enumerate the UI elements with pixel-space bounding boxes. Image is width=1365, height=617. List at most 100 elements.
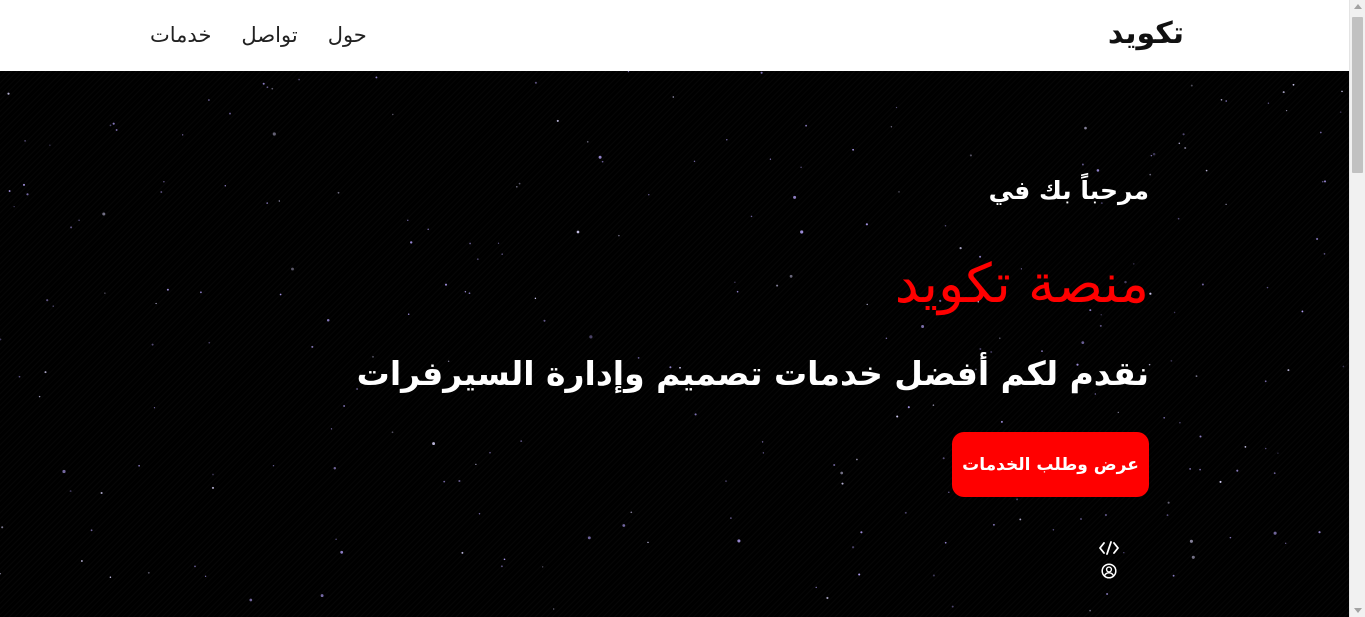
star [805, 124, 808, 127]
star [1123, 551, 1125, 554]
view-services-button[interactable]: عرض وطلب الخدمات [952, 432, 1149, 497]
star [726, 139, 728, 141]
star [1182, 133, 1185, 136]
star [647, 541, 649, 544]
star [932, 574, 935, 577]
star [392, 113, 394, 116]
star [932, 404, 935, 406]
star [432, 442, 436, 446]
star [478, 512, 481, 515]
star [153, 407, 156, 409]
star [500, 565, 503, 568]
star [1316, 237, 1319, 241]
star [1339, 111, 1342, 113]
star [1163, 416, 1166, 419]
star [1319, 131, 1322, 134]
star [789, 274, 793, 278]
star [46, 299, 49, 302]
star [330, 428, 333, 430]
scroll-up-arrow-icon[interactable] [1354, 4, 1362, 9]
star [102, 212, 106, 216]
star [1167, 501, 1170, 504]
star [109, 576, 112, 578]
star [587, 141, 589, 143]
welcome-text: مرحباً بك في [988, 176, 1149, 205]
star [1, 526, 4, 529]
star [1292, 83, 1295, 86]
star [865, 223, 869, 226]
star [1323, 253, 1326, 255]
star [1099, 324, 1102, 327]
star [1229, 536, 1232, 539]
star [1150, 154, 1153, 157]
star [648, 194, 650, 196]
scroll-down-arrow-icon[interactable] [1354, 608, 1362, 613]
star [49, 144, 51, 146]
star [1284, 542, 1287, 545]
star [1190, 84, 1193, 87]
star [489, 451, 491, 454]
star [737, 539, 741, 543]
nav-link-about[interactable]: حول [328, 18, 367, 52]
star [1225, 100, 1227, 102]
star [1199, 435, 1202, 438]
star [100, 491, 103, 495]
star [520, 440, 523, 443]
star [1172, 574, 1175, 577]
star [1149, 292, 1152, 295]
star [885, 337, 888, 340]
star [760, 71, 763, 74]
star [1244, 446, 1247, 448]
star [109, 124, 112, 127]
star [407, 219, 409, 221]
star [734, 281, 736, 283]
hero-subtitle: نقدم لكم أفضل خدمات تصميم وإدارة السيرفر… [356, 354, 1149, 393]
star [622, 524, 626, 527]
star [1285, 109, 1288, 112]
star [1236, 469, 1239, 472]
page-scrollbar[interactable] [1349, 0, 1365, 617]
star [155, 302, 157, 305]
star [1220, 99, 1223, 101]
star [553, 608, 555, 610]
star [601, 160, 604, 163]
star [898, 191, 900, 193]
star [427, 228, 429, 231]
star [1166, 514, 1169, 516]
hero-section: مرحباً بك في منصة تكويد نقدم لكم أفضل خد… [0, 71, 1349, 617]
star [22, 183, 26, 186]
star [194, 565, 196, 568]
star [543, 319, 546, 322]
star [1178, 142, 1181, 145]
star [942, 457, 945, 460]
star [503, 558, 506, 561]
star [333, 467, 337, 470]
star [90, 529, 93, 532]
star [890, 126, 893, 128]
star [1318, 531, 1321, 534]
star [224, 185, 226, 187]
scroll-thumb[interactable] [1352, 17, 1363, 173]
user-circle-icon [1101, 563, 1117, 579]
star [518, 182, 521, 185]
star [951, 605, 954, 608]
star [852, 148, 854, 151]
star [138, 464, 140, 467]
star [70, 226, 73, 229]
star [1184, 146, 1187, 150]
nav-links: خدمات تواصل حول [150, 18, 367, 52]
star [464, 291, 467, 293]
star [461, 551, 464, 554]
star [52, 305, 54, 307]
star [840, 471, 844, 475]
star [272, 132, 276, 136]
star [229, 112, 231, 115]
star [326, 318, 330, 322]
star [556, 119, 559, 122]
brand-logo[interactable]: تكويد [1108, 14, 1184, 54]
star [212, 473, 214, 476]
nav-link-contact[interactable]: تواصل [241, 18, 297, 52]
star [587, 536, 591, 540]
star [761, 441, 764, 443]
nav-link-services[interactable]: خدمات [150, 18, 211, 52]
